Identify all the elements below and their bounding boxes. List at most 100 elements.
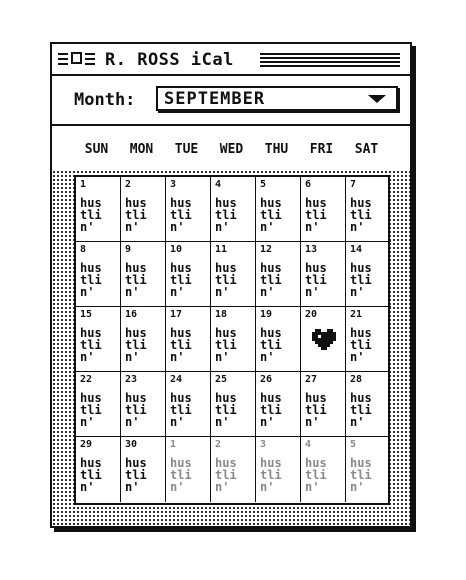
day-number: 19 <box>260 309 273 320</box>
calendar-day-cell[interactable]: 2 hus tli n' <box>211 437 256 502</box>
calendar-day-cell[interactable]: 3 hus tli n' <box>166 177 211 242</box>
calendar-day-cell[interactable]: 20 <box>301 307 346 372</box>
calendar-day-cell[interactable]: 8 hus tli n' <box>76 242 121 307</box>
weekday-label: WED <box>219 142 244 157</box>
day-number: 14 <box>350 244 363 255</box>
event-text: hus tli n' <box>215 326 237 364</box>
calendar-day-cell[interactable]: 29 hus tli n' <box>76 437 121 502</box>
day-number: 2 <box>125 179 132 190</box>
day-number: 21 <box>350 309 363 320</box>
event-text: hus tli n' <box>215 456 237 494</box>
calendar-day-cell[interactable]: 18 hus tli n' <box>211 307 256 372</box>
calendar-day-cell[interactable]: 23 hus tli n' <box>121 372 166 437</box>
calendar-day-cell[interactable]: 28 hus tli n' <box>346 372 391 437</box>
event-text: hus tli n' <box>305 391 327 429</box>
event-text: hus tli n' <box>170 196 192 234</box>
calendar-day-cell[interactable]: 2 hus tli n' <box>121 177 166 242</box>
calendar-grid: 1 hus tli n' 2 hus tli n' 3 hus tli n' 4 hus tl… <box>74 175 391 505</box>
calendar-day-cell[interactable]: 13 hus tli n' <box>301 242 346 307</box>
day-number: 15 <box>80 309 93 320</box>
event-text: hus tli n' <box>305 261 327 299</box>
event-text: hus tli n' <box>215 391 237 429</box>
calendar-day-cell[interactable]: 3 hus tli n' <box>256 437 301 502</box>
month-value: SEPTEMBER <box>164 89 266 109</box>
calendar-day-cell[interactable]: 5 hus tli n' <box>346 437 391 502</box>
window-box-icon[interactable] <box>71 52 82 64</box>
day-number: 24 <box>170 374 183 385</box>
calendar-day-cell[interactable]: 1 hus tli n' <box>76 177 121 242</box>
event-text: hus tli n' <box>170 456 192 494</box>
event-text: hus tli n' <box>80 326 102 364</box>
day-number: 30 <box>125 439 138 450</box>
event-text: hus tli n' <box>215 196 237 234</box>
weekday-label: THU <box>264 142 289 157</box>
weekday-label: SAT <box>354 142 379 157</box>
menu-lines-icon[interactable] <box>58 53 68 65</box>
calendar-day-cell[interactable]: 1 hus tli n' <box>166 437 211 502</box>
day-number: 27 <box>305 374 318 385</box>
day-number: 10 <box>170 244 183 255</box>
calendar-day-cell[interactable]: 22 hus tli n' <box>76 372 121 437</box>
day-number: 22 <box>80 374 93 385</box>
day-number: 1 <box>80 179 87 190</box>
day-number: 18 <box>215 309 228 320</box>
day-number: 2 <box>215 439 222 450</box>
month-label: Month: <box>74 90 136 110</box>
calendar-day-cell[interactable]: 25 hus tli n' <box>211 372 256 437</box>
calendar-day-cell[interactable]: 21 hus tli n' <box>346 307 391 372</box>
ical-window: R. ROSS iCal Month: SEPTEMBER SUN MON TUE W… <box>50 42 412 528</box>
day-number: 29 <box>80 439 93 450</box>
day-number: 4 <box>305 439 312 450</box>
calendar-day-cell[interactable]: 4 hus tli n' <box>301 437 346 502</box>
calendar-day-cell[interactable]: 26 hus tli n' <box>256 372 301 437</box>
calendar-day-cell[interactable]: 30 hus tli n' <box>121 437 166 502</box>
calendar-day-cell[interactable]: 10 hus tli n' <box>166 242 211 307</box>
calendar-day-cell[interactable]: 14 hus tli n' <box>346 242 391 307</box>
day-number: 20 <box>305 309 318 320</box>
event-text: hus tli n' <box>80 391 102 429</box>
calendar-day-cell[interactable]: 6 hus tli n' <box>301 177 346 242</box>
calendar-day-cell[interactable]: 4 hus tli n' <box>211 177 256 242</box>
day-number: 3 <box>170 179 177 190</box>
title-bar[interactable]: R. ROSS iCal <box>52 44 410 76</box>
weekday-header: SUN MON TUE WED THU FRI SAT <box>74 142 390 162</box>
event-text: hus tli n' <box>125 456 147 494</box>
calendar-day-cell[interactable]: 9 hus tli n' <box>121 242 166 307</box>
calendar-day-cell[interactable]: 11 hus tli n' <box>211 242 256 307</box>
day-number: 12 <box>260 244 273 255</box>
day-number: 1 <box>170 439 177 450</box>
calendar-day-cell[interactable]: 16 hus tli n' <box>121 307 166 372</box>
day-number: 17 <box>170 309 183 320</box>
event-text: hus tli n' <box>260 456 282 494</box>
event-text: hus tli n' <box>260 196 282 234</box>
month-row: Month: SEPTEMBER <box>52 76 410 126</box>
calendar-day-cell[interactable]: 15 hus tli n' <box>76 307 121 372</box>
day-number: 6 <box>305 179 312 190</box>
day-number: 25 <box>215 374 228 385</box>
day-number: 5 <box>260 179 267 190</box>
weekday-label: MON <box>129 142 154 157</box>
weekday-label: TUE <box>174 142 199 157</box>
event-text: hus tli n' <box>215 261 237 299</box>
chevron-down-icon[interactable] <box>368 95 386 103</box>
event-text: hus tli n' <box>350 261 372 299</box>
event-text: hus tli n' <box>350 391 372 429</box>
calendar-day-cell[interactable]: 19 hus tli n' <box>256 307 301 372</box>
event-text: hus tli n' <box>80 456 102 494</box>
calendar-day-cell[interactable]: 7 hus tli n' <box>346 177 391 242</box>
calendar-day-cell[interactable]: 12 hus tli n' <box>256 242 301 307</box>
calendar-day-cell[interactable]: 24 hus tli n' <box>166 372 211 437</box>
calendar-day-cell[interactable]: 17 hus tli n' <box>166 307 211 372</box>
menu-lines-icon[interactable] <box>85 53 95 65</box>
calendar-day-cell[interactable]: 27 hus tli n' <box>301 372 346 437</box>
calendar-day-cell[interactable]: 5 hus tli n' <box>256 177 301 242</box>
event-text: hus tli n' <box>170 391 192 429</box>
window-title: R. ROSS iCal <box>105 50 234 70</box>
day-number: 7 <box>350 179 357 190</box>
month-select[interactable]: SEPTEMBER <box>156 86 398 111</box>
title-bar-stripes <box>260 53 400 67</box>
day-number: 23 <box>125 374 138 385</box>
event-text: hus tli n' <box>170 326 192 364</box>
heart-icon <box>312 329 336 350</box>
day-number: 9 <box>125 244 132 255</box>
